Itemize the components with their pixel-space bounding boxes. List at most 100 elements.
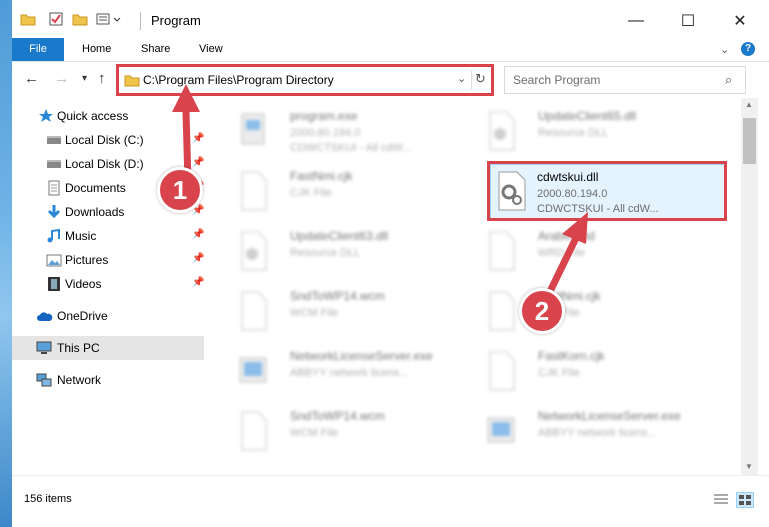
sidebar-item-label: Quick access: [57, 109, 129, 123]
window-title: Program: [151, 13, 201, 28]
tab-view[interactable]: View: [199, 38, 223, 61]
address-row: ← → ▾ ↑ C:\Program Files\Program Directo…: [12, 62, 769, 98]
pin-icon[interactable]: 📌: [192, 229, 204, 240]
file-name: SndToWP14.wcm: [290, 409, 385, 423]
file-detail: ABBYY network licens...: [290, 367, 409, 379]
scrollbar-thumb[interactable]: [743, 118, 756, 164]
ribbon: File Home Share View ⌄ ?: [12, 38, 769, 62]
sidebar-item-label: Local Disk (D:): [65, 157, 144, 171]
sidebar-item-this-pc[interactable]: This PC: [12, 336, 204, 360]
step-1-badge: 1: [157, 167, 203, 213]
vertical-scrollbar[interactable]: ▲ ▼: [741, 98, 758, 475]
minimize-button[interactable]: —: [616, 8, 656, 34]
sidebar-item-label: Local Disk (C:): [65, 133, 144, 147]
exe-icon: [236, 110, 270, 152]
maximize-button[interactable]: ☐: [668, 8, 708, 34]
sidebar-item-videos[interactable]: Videos 📌: [12, 272, 204, 296]
star-icon: [38, 108, 54, 124]
tiles-view-icon[interactable]: [736, 492, 754, 508]
file-name: NetworkLicenseServer.exe: [290, 349, 433, 363]
scroll-up-icon[interactable]: ▲: [745, 100, 753, 109]
file-name: SndToWP14.wcm: [290, 289, 385, 303]
pin-icon[interactable]: 📌: [192, 253, 204, 264]
new-folder-icon[interactable]: [72, 11, 88, 30]
file-name: UpdateClient63.dll: [290, 229, 389, 243]
forward-arrow-icon[interactable]: →: [54, 70, 69, 87]
file-icon: [484, 350, 518, 392]
file-name: NetworkLicenseServer.exe: [538, 409, 681, 423]
file-item[interactable]: NetworkLicenseServer.exe ABBYY network l…: [468, 404, 708, 460]
file-item[interactable]: FastKorn.cjk CJK File: [468, 344, 708, 400]
search-input[interactable]: Search Program ⌕: [504, 66, 746, 94]
exe-icon: [236, 350, 270, 392]
file-detail: CJK File: [538, 367, 580, 379]
file-name: FastNmi.cjk: [290, 169, 353, 183]
file-detail: Resource DLL: [290, 247, 361, 259]
drive-icon: [46, 132, 62, 148]
file-item[interactable]: UpdateClient65.dll Resource DLL: [468, 104, 708, 160]
pictures-icon: [46, 252, 62, 268]
sidebar-item-label: Downloads: [65, 205, 125, 219]
file-detail: Resource DLL: [538, 127, 609, 139]
file-item[interactable]: SndToWP14.wcm WCM File: [220, 284, 460, 340]
title-bar: Program — ☐ ✕: [12, 0, 769, 38]
file-item[interactable]: FastNmi.cjk CJK File: [220, 164, 460, 220]
file-detail: WCM File: [290, 307, 339, 319]
file-item[interactable]: program.exe 2000.80.194.0 CDWCTSKUI - Al…: [220, 104, 460, 160]
file-icon: [236, 290, 270, 332]
file-detail: CJK File: [290, 187, 332, 199]
videos-icon: [46, 276, 62, 292]
dll-icon: [236, 230, 270, 272]
search-icon[interactable]: ⌕: [725, 72, 732, 88]
customize-toolbar-icon[interactable]: [96, 11, 124, 30]
file-item[interactable]: NetworkLicenseServer.exe ABBYY network l…: [220, 344, 460, 400]
status-bar: 156 items: [12, 475, 769, 527]
details-view-icon[interactable]: [713, 493, 729, 512]
file-detail: 2000.80.194.0: [290, 127, 361, 139]
dll-icon: [484, 110, 518, 152]
network-icon: [36, 372, 52, 388]
sidebar-item-label: Documents: [65, 181, 126, 195]
file-list: program.exe 2000.80.194.0 CDWCTSKUI - Al…: [208, 98, 741, 475]
documents-icon: [46, 180, 62, 196]
music-icon: [46, 228, 62, 244]
ribbon-expand-icon[interactable]: ⌄: [720, 43, 729, 56]
file-name: FastKorn.cjk: [538, 349, 605, 363]
pin-icon[interactable]: 📌: [192, 277, 204, 288]
step-2-badge: 2: [519, 288, 565, 334]
computer-icon: [36, 340, 52, 356]
sidebar-item-onedrive[interactable]: OneDrive: [12, 304, 204, 328]
sidebar-item-network[interactable]: Network: [12, 368, 204, 392]
file-detail: WCM File: [290, 427, 339, 439]
title-separator: [140, 12, 141, 30]
tab-file[interactable]: File: [12, 38, 64, 61]
file-detail: ABBYY network licens...: [538, 427, 657, 439]
properties-icon[interactable]: [48, 11, 64, 30]
file-icon: [484, 290, 518, 332]
file-icon: [236, 170, 270, 212]
explorer-window: Program — ☐ ✕ File Home Share View ⌄ ? ←…: [12, 0, 769, 527]
exe-icon: [484, 410, 518, 452]
drive-icon: [46, 156, 62, 172]
desktop-background: [0, 0, 12, 527]
recent-locations-icon[interactable]: ▾: [82, 73, 87, 84]
item-count: 156 items: [24, 493, 72, 505]
up-arrow-icon[interactable]: ↑: [98, 70, 106, 87]
close-button[interactable]: ✕: [720, 8, 760, 34]
sidebar-item-music[interactable]: Music 📌: [12, 224, 204, 248]
tab-home[interactable]: Home: [82, 38, 111, 61]
file-item[interactable]: UpdateClient63.dll Resource DLL: [220, 224, 460, 280]
tab-share[interactable]: Share: [141, 38, 170, 61]
back-arrow-icon[interactable]: ←: [24, 70, 39, 87]
sidebar-item-label: OneDrive: [57, 309, 108, 323]
sidebar-item-label: Pictures: [65, 253, 109, 267]
sidebar-item-label: Network: [57, 373, 102, 387]
scroll-down-icon[interactable]: ▼: [745, 462, 753, 471]
file-icon: [236, 410, 270, 452]
file-item[interactable]: SndToWP14.wcm WCM File: [220, 404, 460, 460]
folder-icon: [20, 11, 36, 30]
help-icon[interactable]: ?: [741, 42, 755, 56]
sidebar-item-pictures[interactable]: Pictures 📌: [12, 248, 204, 272]
sidebar-item-label: This PC: [57, 341, 100, 355]
sidebar-item-label: Music: [65, 229, 97, 243]
